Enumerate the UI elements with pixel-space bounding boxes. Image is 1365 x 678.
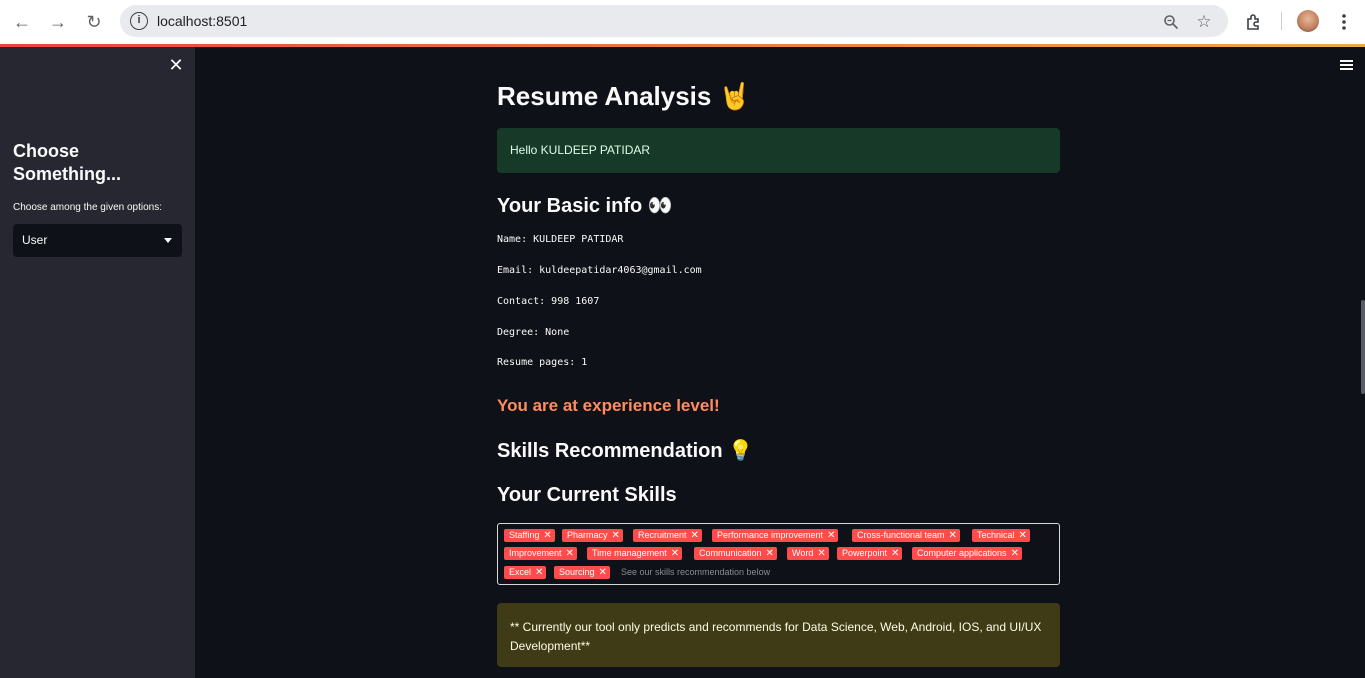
address-bar[interactable]: i localhost:8501 ☆ <box>120 5 1228 37</box>
remove-tag-icon[interactable]: ✕ <box>827 530 835 541</box>
skill-tag[interactable]: Recruitment ✕ <box>633 529 702 542</box>
page-scrollbar[interactable] <box>1361 300 1365 394</box>
remove-tag-icon[interactable]: ✕ <box>671 548 679 559</box>
skill-tag-label: Excel <box>509 567 532 577</box>
notice-alert: ** Currently our tool only predicts and … <box>497 603 1060 667</box>
info-email: Email: kuldeepatidar4063@gmail.com <box>497 265 702 276</box>
remove-tag-icon[interactable]: ✕ <box>691 530 699 541</box>
skill-tag[interactable]: Staffing ✕ <box>504 529 555 542</box>
basic-info-heading: Your Basic info 👀 <box>497 195 673 217</box>
browser-menu-icon[interactable] <box>1332 10 1356 34</box>
reload-icon[interactable]: ↻ <box>82 10 106 34</box>
remove-tag-icon[interactable]: ✕ <box>1011 548 1019 559</box>
skill-tag[interactable]: Technical ✕ <box>972 529 1030 542</box>
info-degree: Degree: None <box>497 327 570 338</box>
skill-tag-label: Improvement <box>509 548 562 558</box>
app-top-decoration <box>0 44 1365 47</box>
remove-tag-icon[interactable]: ✕ <box>949 530 957 541</box>
extensions-icon[interactable] <box>1242 10 1266 34</box>
skill-tag[interactable]: Time management ✕ <box>587 547 683 560</box>
notice-text: ** Currently our tool only predicts and … <box>510 620 1042 653</box>
skill-tag-label: Computer applications <box>917 548 1007 558</box>
url-text: localhost:8501 <box>157 13 248 29</box>
remove-tag-icon[interactable]: ✕ <box>599 567 607 578</box>
current-skills-heading: Your Current Skills <box>497 484 677 506</box>
profile-avatar[interactable] <box>1297 10 1319 32</box>
info-pages: Resume pages: 1 <box>497 357 588 368</box>
site-info-icon[interactable]: i <box>130 12 148 30</box>
experience-level-text: You are at experience level! <box>497 396 720 415</box>
main-menu-icon[interactable] <box>1340 60 1353 70</box>
remove-tag-icon[interactable]: ✕ <box>543 530 551 541</box>
remove-tag-icon[interactable]: ✕ <box>891 548 899 559</box>
remove-tag-icon[interactable]: ✕ <box>1019 530 1027 541</box>
greeting-alert: Hello KULDEEP PATIDAR <box>497 128 1060 173</box>
sidebar: ✕ Choose Something... Choose among the g… <box>0 47 195 678</box>
skill-tag[interactable]: Improvement ✕ <box>504 547 577 560</box>
skill-tag-label: Word <box>792 548 814 558</box>
bookmark-star-icon[interactable]: ☆ <box>1193 11 1215 33</box>
greeting-text: Hello KULDEEP PATIDAR <box>510 143 651 157</box>
page-title: Resume Analysis 🤘 <box>497 81 751 111</box>
skill-tag-label: Technical <box>977 530 1015 540</box>
role-select[interactable]: User <box>13 224 182 257</box>
back-icon[interactable]: ← <box>10 10 34 34</box>
skill-tag-label: Pharmacy <box>567 530 608 540</box>
skill-tag-label: Communication <box>699 548 762 558</box>
skill-tag[interactable]: Sourcing ✕ <box>554 566 610 579</box>
skills-input-placeholder[interactable]: See our skills recommendation below <box>621 567 770 577</box>
select-value: User <box>22 233 48 247</box>
skill-tag[interactable]: Cross-functional team ✕ <box>852 529 960 542</box>
skill-tag[interactable]: Pharmacy ✕ <box>562 529 623 542</box>
info-name: Name: KULDEEP PATIDAR <box>497 234 624 245</box>
skill-tag-label: Cross-functional team <box>857 530 945 540</box>
remove-tag-icon[interactable]: ✕ <box>566 548 574 559</box>
forward-icon[interactable]: → <box>46 10 70 34</box>
chevron-down-icon <box>164 238 172 243</box>
skill-tag[interactable]: Excel ✕ <box>504 566 547 579</box>
remove-tag-icon[interactable]: ✕ <box>766 548 774 559</box>
remove-tag-icon[interactable]: ✕ <box>817 548 825 559</box>
skill-tag-label: Performance improvement <box>717 530 824 540</box>
skill-tag-label: Time management <box>592 548 667 558</box>
remove-tag-icon[interactable]: ✕ <box>612 530 620 541</box>
browser-toolbar: ← → ↻ i localhost:8501 ☆ <box>0 0 1365 44</box>
skill-tag[interactable]: Computer applications ✕ <box>912 547 1022 560</box>
zoom-icon[interactable] <box>1160 11 1182 33</box>
skill-tag[interactable]: Performance improvement ✕ <box>712 529 839 542</box>
skill-tag-label: Sourcing <box>559 567 595 577</box>
close-sidebar-icon[interactable]: ✕ <box>168 56 184 74</box>
skill-tag-label: Staffing <box>509 530 540 540</box>
select-label: Choose among the given options: <box>13 202 162 213</box>
sidebar-title: Choose Something... <box>13 141 121 184</box>
info-contact: Contact: 998 1607 <box>497 296 600 307</box>
skill-tag[interactable]: Communication ✕ <box>694 547 777 560</box>
skills-tag-input[interactable]: Staffing ✕ Pharmacy ✕ Recruitment ✕ Perform… <box>497 523 1060 585</box>
skill-tag[interactable]: Powerpoint ✕ <box>837 547 903 560</box>
toolbar-divider <box>1281 12 1282 30</box>
skill-tag-label: Powerpoint <box>842 548 888 558</box>
skill-tag[interactable]: Word ✕ <box>787 547 829 560</box>
skills-recommendation-heading: Skills Recommendation 💡 <box>497 440 754 462</box>
skill-tag-label: Recruitment <box>638 530 687 540</box>
remove-tag-icon[interactable]: ✕ <box>535 567 543 578</box>
